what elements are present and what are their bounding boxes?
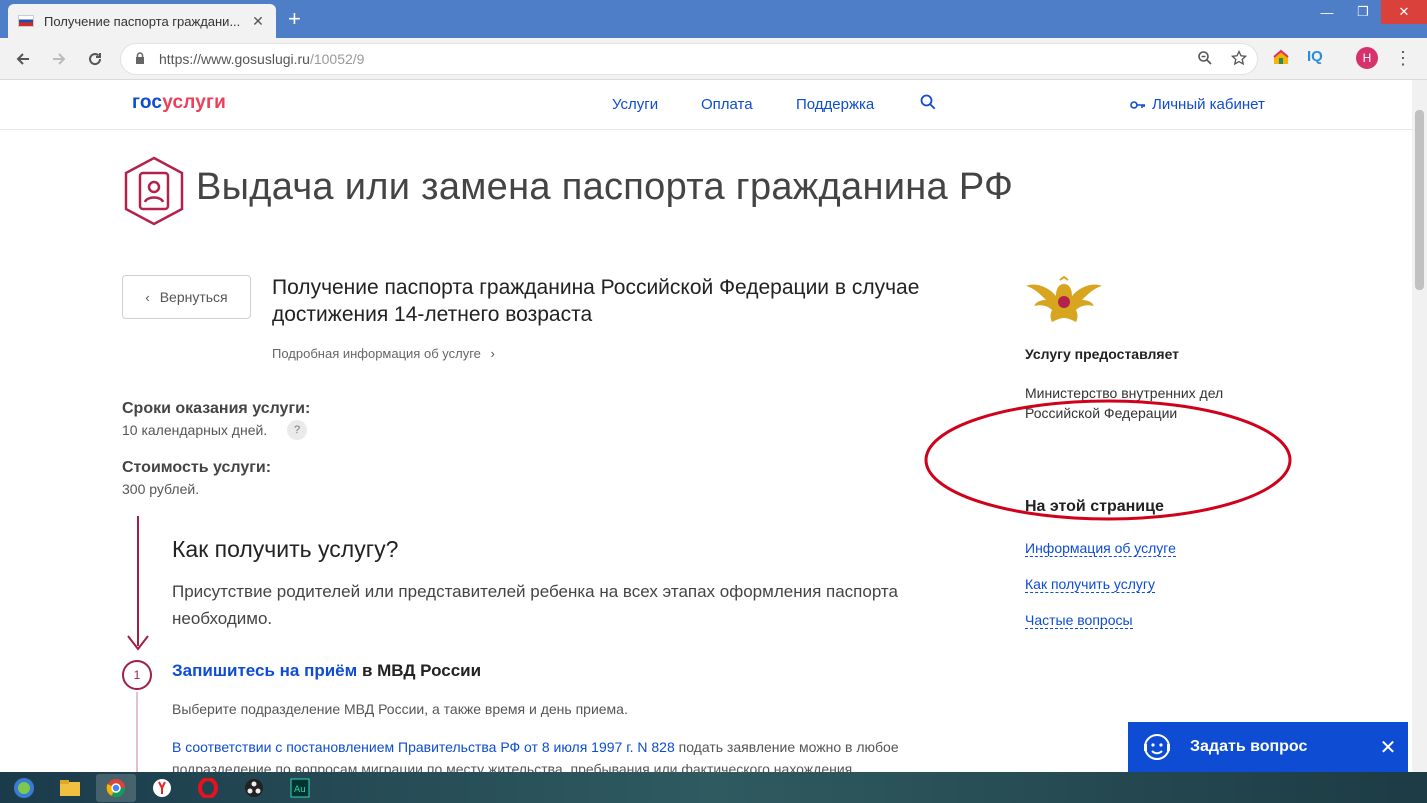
mvd-emblem-icon <box>1024 275 1104 326</box>
tab-close-icon[interactable]: ✕ <box>250 13 266 30</box>
extension-home-icon[interactable] <box>1272 48 1290 70</box>
timeline-line <box>137 516 139 646</box>
address-bar[interactable]: https://www.gosuslugi.ru/10052/9 <box>120 43 1258 75</box>
taskbar: Au <box>0 772 1427 803</box>
ask-question-label: Задать вопрос <box>1190 738 1308 755</box>
decree-link[interactable]: В соответствии с постановлением Правител… <box>172 739 675 755</box>
extension-iq-icon[interactable]: IQ <box>1307 48 1323 65</box>
site-header: госуслуги Услуги Оплата Поддержка Личный… <box>0 80 1412 130</box>
chevron-left-icon: ‹ <box>145 289 150 305</box>
cost-label: Стоимость услуги: <box>122 459 272 476</box>
chevron-right-icon: › <box>490 346 495 361</box>
step-number-badge: 1 <box>122 660 152 690</box>
step-title: Запишитесь на приём в МВД России <box>172 661 481 681</box>
browser-toolbar: https://www.gosuslugi.ru/10052/9 IQ <box>0 38 1427 80</box>
step-title-rest: в МВД России <box>357 661 482 680</box>
url-path: /10052/9 <box>309 51 365 67</box>
more-info-link[interactable]: Подробная информация об услуге › <box>272 346 495 361</box>
browser-tab[interactable]: Получение паспорта граждани... ✕ <box>8 4 276 38</box>
maximize-button[interactable]: ❐ <box>1345 0 1381 24</box>
page-content: госуслуги Услуги Оплата Поддержка Личный… <box>0 80 1412 772</box>
forward-arrow-icon[interactable] <box>46 46 72 72</box>
personal-cabinet-link[interactable]: Личный кабинет <box>1130 96 1265 113</box>
term-label: Сроки оказания услуги: <box>122 400 311 417</box>
nav-payment[interactable]: Оплата <box>701 96 753 113</box>
new-tab-button[interactable]: + <box>288 6 301 32</box>
back-button[interactable]: ‹ Вернуться <box>122 275 251 319</box>
window-close-button[interactable]: ✕ <box>1381 0 1427 24</box>
explorer-icon[interactable] <box>50 774 90 802</box>
gosuslugi-logo[interactable]: госуслуги <box>132 92 226 114</box>
appointment-link[interactable]: Запишитесь на приём <box>172 661 357 680</box>
cabinet-label: Личный кабинет <box>1152 96 1265 113</box>
svg-text:Au: Au <box>294 785 306 795</box>
lock-icon <box>135 51 151 67</box>
service-title: Получение паспорта гражданина Российской… <box>272 276 920 326</box>
term-value: 10 календарных дней. <box>122 422 268 438</box>
obs-icon[interactable] <box>234 774 274 802</box>
page-scrollbar[interactable] <box>1412 80 1427 772</box>
help-badge[interactable]: ? <box>287 420 307 440</box>
logo-gos: гос <box>132 92 163 113</box>
nav-services[interactable]: Услуги <box>612 96 658 113</box>
chrome-icon[interactable] <box>96 773 136 802</box>
page-title: Выдача или замена паспорта гражданина РФ <box>196 166 1014 208</box>
anchor-faq[interactable]: Частые вопросы <box>1025 612 1133 629</box>
step-note: В соответствии с постановлением Правител… <box>172 736 972 772</box>
on-page-label: На этой странице <box>1025 498 1164 515</box>
back-label: Вернуться <box>159 289 228 305</box>
cost-value: 300 рублей. <box>122 481 200 497</box>
start-button-icon[interactable] <box>4 774 44 802</box>
minimize-button[interactable]: — <box>1309 0 1345 24</box>
passport-hex-icon <box>121 155 187 227</box>
logo-uslugi: услуги <box>162 92 227 113</box>
yandex-browser-icon[interactable] <box>142 774 182 802</box>
how-to-title: Как получить услугу? <box>172 536 399 562</box>
browser-tab-bar: Получение паспорта граждани... ✕ + — ❐ ✕ <box>0 0 1427 38</box>
zoom-icon[interactable] <box>1197 50 1213 71</box>
back-arrow-icon[interactable] <box>10 46 36 72</box>
key-icon <box>1130 101 1145 109</box>
bookmark-star-icon[interactable] <box>1230 49 1248 71</box>
nav-support[interactable]: Поддержка <box>796 96 874 113</box>
timeline-arrow-icon <box>127 635 149 651</box>
provider-label: Услугу предоставляет <box>1025 346 1180 362</box>
chat-face-icon <box>1144 734 1170 760</box>
window-controls: — ❐ ✕ <box>1309 0 1427 24</box>
step-description: Выберите подразделение МВД России, а так… <box>172 701 628 717</box>
reload-icon[interactable] <box>82 46 108 72</box>
opera-icon[interactable] <box>188 774 228 802</box>
how-to-text: Присутствие родителей или представителей… <box>172 582 898 628</box>
scrollbar-thumb[interactable] <box>1415 110 1424 290</box>
more-info-label: Подробная информация об услуге <box>272 346 481 361</box>
timeline-line-step <box>136 692 138 772</box>
profile-avatar[interactable]: Н <box>1356 47 1378 69</box>
anchor-how-to[interactable]: Как получить услугу <box>1025 576 1156 593</box>
tab-title: Получение паспорта граждани... <box>44 13 241 29</box>
audition-icon[interactable]: Au <box>280 774 320 802</box>
url-base: https://www.gosuslugi.ru <box>159 51 310 67</box>
ask-question-widget[interactable]: Задать вопрос ✕ <box>1128 722 1408 772</box>
ask-close-icon[interactable]: ✕ <box>1368 735 1408 760</box>
anchor-info[interactable]: Информация об услуге <box>1025 540 1176 557</box>
browser-menu-icon[interactable]: ⋮ <box>1394 48 1412 69</box>
favicon-flag-icon <box>18 15 34 27</box>
search-icon[interactable] <box>920 94 936 115</box>
